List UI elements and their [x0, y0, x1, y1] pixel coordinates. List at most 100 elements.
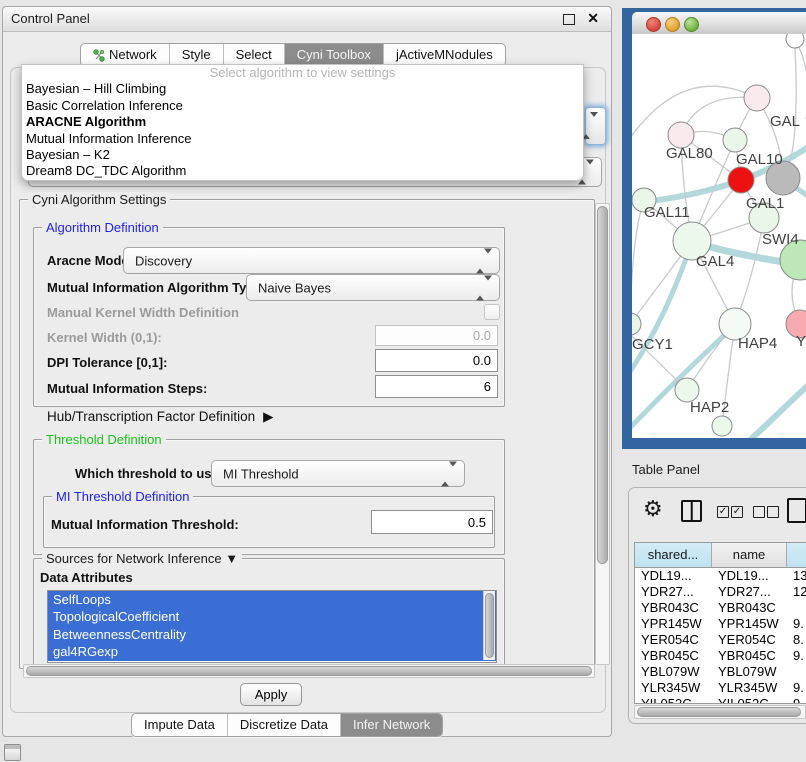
unchecked-checkbox-icon[interactable] [753, 506, 765, 518]
attribute-list-item[interactable]: BetweennessCentrality [48, 626, 496, 643]
network-graph[interactable]: GALGAL80GAL10GAL11GAL1SWI4GAL4GCY1HAP4YH… [632, 34, 806, 438]
table-row[interactable]: YLR345WYLR345W9. [635, 680, 806, 696]
tab-cyni-toolbox[interactable]: Cyni Toolbox [284, 44, 383, 66]
table-panel: ⚙ ✓ ✓ shared...nameYDL19...YDL19...13YDR… [628, 487, 806, 724]
minimized-panel-icon[interactable] [4, 744, 21, 761]
node-label: GAL [770, 113, 800, 130]
tab-discretize-data[interactable]: Discretize Data [227, 714, 340, 736]
table-row[interactable]: YPR145WYPR145W9. [635, 616, 806, 632]
node-label: GCY1 [632, 336, 673, 353]
desktop: Control Panel ✕ NetworkStyleSelectCyni T… [0, 0, 806, 762]
aracne-mode-combo[interactable]: Discovery [123, 247, 500, 274]
mi-steps-input[interactable] [375, 375, 498, 398]
table-row[interactable]: YDL19...YDL19...13 [635, 568, 806, 584]
tab-network[interactable]: Network [81, 44, 169, 66]
node-label: GAL1 [746, 195, 784, 212]
node-table: shared...nameYDL19...YDL19...13YDR27...Y… [634, 542, 806, 704]
sources-title[interactable]: Sources for Network Inference ▼ [42, 551, 242, 566]
column-header[interactable]: shared... [635, 543, 712, 567]
which-threshold-combo[interactable]: MI Threshold [211, 460, 465, 487]
table-cell: YDL19... [712, 568, 787, 584]
table-cell: 13 [787, 568, 806, 584]
settings-horizontal-scrollbar[interactable] [23, 664, 595, 678]
table-cell: 9 [787, 696, 806, 704]
network-edge[interactable] [748, 378, 806, 438]
table-row[interactable]: YBL079WYBL079W [635, 664, 806, 680]
sources-title-text: Sources for Network Inference [46, 551, 222, 566]
columns-icon[interactable] [681, 500, 702, 522]
table-row[interactable]: YBR043CYBR043C [635, 600, 806, 616]
tab-infer-network[interactable]: Infer Network [340, 714, 442, 736]
hub-definition-toggle[interactable]: Hub/Transcription Factor Definition▶ [47, 409, 273, 425]
popup-item[interactable]: Basic Correlation Inference [22, 98, 583, 114]
which-threshold-value: MI Threshold [223, 466, 299, 481]
attribute-list-item[interactable]: SelfLoops [48, 591, 496, 608]
table-toolbar: ⚙ ✓ ✓ [629, 488, 806, 536]
manual-kernel-width-checkbox[interactable] [484, 304, 500, 320]
close-traffic-light-icon[interactable] [646, 17, 661, 32]
popup-item[interactable]: Bayesian – Hill Climbing [22, 81, 583, 97]
tab-label: Infer Network [353, 714, 430, 736]
table-cell [787, 664, 806, 680]
popup-item[interactable]: Bayesian – K2 [22, 147, 583, 163]
zoom-traffic-light-icon[interactable] [684, 17, 699, 32]
column-header[interactable]: name [712, 543, 787, 567]
mi-threshold-input[interactable] [371, 510, 493, 534]
inference-algorithm-combo-fragment[interactable] [585, 107, 606, 145]
table-row[interactable]: YER054CYER054C8. [635, 632, 806, 648]
gear-icon[interactable]: ⚙ [643, 496, 663, 522]
attribute-list-item[interactable]: TopologicalCoefficient [48, 608, 496, 625]
tab-label: Select [236, 44, 272, 66]
kernel-width-input[interactable] [375, 325, 498, 346]
mi-algorithm-type-combo[interactable]: Naive Bayes [246, 274, 500, 301]
popup-item[interactable]: ARACNE Algorithm [22, 114, 583, 130]
combo-arrows-icon [441, 466, 457, 481]
network-edge[interactable] [632, 200, 644, 324]
network-node[interactable] [728, 167, 754, 193]
table-row[interactable]: YIL052CYIL052C9 [635, 696, 806, 704]
checked-checkbox-icon[interactable]: ✓ [731, 506, 743, 518]
mi-algorithm-type-value: Naive Bayes [258, 280, 331, 295]
apply-button[interactable]: Apply [240, 683, 302, 706]
network-node[interactable] [786, 34, 804, 48]
settings-vertical-scrollbar[interactable] [595, 203, 610, 665]
popup-item[interactable]: Dream8 DC_TDC Algorithm [22, 163, 583, 179]
minimize-traffic-light-icon[interactable] [665, 17, 680, 32]
bottom-tab-bar: Impute DataDiscretize Data Infer Network [131, 713, 443, 737]
float-window-icon[interactable] [563, 14, 575, 25]
table-row[interactable]: YDR27...YDR27...12 [635, 584, 806, 600]
checked-checkbox-icon[interactable]: ✓ [717, 506, 729, 518]
unchecked-checkbox-icon[interactable] [767, 506, 779, 518]
tab-jactivemnodules[interactable]: jActiveMNodules [383, 44, 505, 66]
column-header[interactable] [787, 543, 806, 567]
table-panel-title: Table Panel [632, 462, 700, 477]
node-label: HAP4 [738, 335, 777, 352]
network-node[interactable] [723, 128, 747, 152]
mi-threshold-label: Mutual Information Threshold: [51, 517, 239, 532]
table-horizontal-scrollbar[interactable] [634, 705, 806, 719]
control-panel-window: Control Panel ✕ NetworkStyleSelectCyni T… [2, 6, 612, 737]
document-icon[interactable] [787, 498, 806, 523]
dpi-tolerance-label: DPI Tolerance [0,1]: [47, 355, 167, 370]
tab-style[interactable]: Style [169, 44, 223, 66]
attribute-list-item[interactable]: gal4RGexp [48, 643, 496, 660]
network-node[interactable] [712, 416, 732, 436]
network-edge[interactable] [632, 242, 692, 380]
mi-algorithm-type-label: Mutual Information Algorithm Type: [47, 280, 266, 295]
popup-item[interactable]: Mutual Information Inference [22, 131, 583, 147]
table-cell: YLR345W [712, 680, 787, 696]
network-node[interactable] [744, 85, 770, 111]
dpi-tolerance-input[interactable] [375, 349, 498, 372]
tab-impute-data[interactable]: Impute Data [132, 714, 227, 736]
close-icon[interactable]: ✕ [587, 10, 599, 27]
network-node[interactable] [632, 313, 641, 335]
table-cell: 9. [787, 680, 806, 696]
table-cell: YER054C [712, 632, 787, 648]
tab-select[interactable]: Select [223, 44, 284, 66]
network-canvas[interactable]: GALGAL80GAL10GAL11GAL1SWI4GAL4GCY1HAP4YH… [632, 34, 806, 438]
node-label: GAL4 [696, 253, 734, 270]
table-row[interactable]: YBR045CYBR045C9. [635, 648, 806, 664]
popup-placeholder: Select algorithm to view settings [22, 65, 583, 81]
attributes-list-scrollbar[interactable] [483, 591, 495, 660]
collapse-down-icon: ▼ [225, 551, 238, 566]
